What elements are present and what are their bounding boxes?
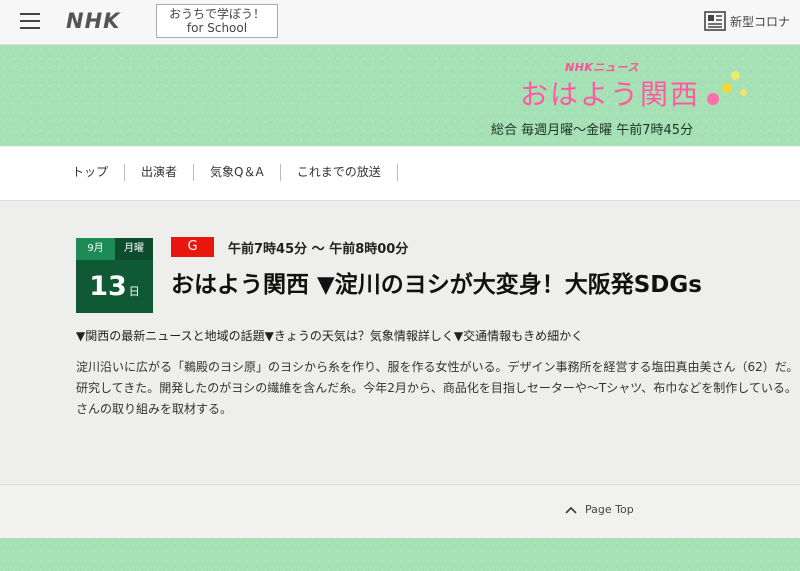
episode-description: 淀川沿いに広がる「鵜殿のヨシ原」のヨシから糸を作り、服を作る女性がいる。デザイン… xyxy=(76,357,800,420)
date-month: 9月 xyxy=(76,238,115,260)
banner-title[interactable]: おはよう関西 xyxy=(520,73,700,113)
nav-item-top[interactable]: トップ xyxy=(56,164,126,181)
program-banner: NHKニュース おはよう関西 総合 毎週月曜〜金曜 午前7時45分 xyxy=(0,45,800,146)
menu-icon[interactable] xyxy=(20,12,40,30)
corona-label: 新型コロナ xyxy=(729,14,790,29)
date-box: 9月 月曜 13 日 xyxy=(76,238,153,313)
for-school-line2: for School xyxy=(186,21,248,35)
nav-item-cast[interactable]: 出演者 xyxy=(125,164,195,181)
channel-badge: G xyxy=(171,237,214,257)
episode-title: おはよう関西 ▼淀川のヨシが大変身！大阪発SDGs xyxy=(171,272,702,298)
description-line: 研究してきた。開発したのがヨシの繊維を含んだ糸。今年2月から、商品化を目指しセー… xyxy=(76,381,797,395)
nav-item-past-broadcasts[interactable]: これまでの放送 xyxy=(281,164,398,181)
program-nav: トップ 出演者 気象Q＆A これまでの放送 xyxy=(0,147,800,201)
episode-summary: ▼関西の最新ニュースと地域の話題▼きょうの天気は？気象情報詳しく▼交通情報もきめ… xyxy=(76,329,584,343)
nhk-logo[interactable]: NHK xyxy=(66,9,120,33)
corona-link[interactable]: 新型コロナ xyxy=(704,10,790,32)
description-line: 淀川沿いに広がる「鵜殿のヨシ原」のヨシから糸を作り、服を作る女性がいる。デザイン… xyxy=(76,360,799,374)
decor-dot xyxy=(731,71,740,80)
decor-dot xyxy=(707,93,719,105)
for-school-line1: おうちで学ぼう！ xyxy=(168,7,265,21)
for-school-button[interactable]: おうちで学ぼう！ for School xyxy=(156,4,278,38)
top-bar: NHK おうちで学ぼう！ for School 新型コロナ xyxy=(0,0,800,45)
broadcast-schedule: 総合 毎週月曜〜金曜 午前7時45分 xyxy=(491,123,694,138)
air-time: 午前7時45分 〜 午前8時00分 xyxy=(228,242,409,257)
description-line: さんの取り組みを取材する。 xyxy=(76,402,233,416)
page-top-link[interactable]: Page Top xyxy=(565,503,634,516)
date-day-number: 13 xyxy=(89,271,127,302)
decor-dot xyxy=(722,83,732,93)
decor-dot xyxy=(740,89,747,96)
page-top-label: Page Top xyxy=(585,503,634,516)
nav-item-weather-qa[interactable]: 気象Q＆A xyxy=(194,164,281,181)
date-day: 13 日 xyxy=(76,260,153,313)
page-top-area: Page Top xyxy=(0,484,800,538)
footer-band xyxy=(0,538,800,571)
chevron-up-icon xyxy=(565,506,577,514)
episode-detail: 9月 月曜 13 日 G 午前7時45分 〜 午前8時00分 おはよう関西 ▼淀川… xyxy=(0,201,800,483)
news-icon xyxy=(704,11,726,31)
date-day-suffix: 日 xyxy=(128,285,140,298)
date-weekday: 月曜 xyxy=(115,238,153,260)
